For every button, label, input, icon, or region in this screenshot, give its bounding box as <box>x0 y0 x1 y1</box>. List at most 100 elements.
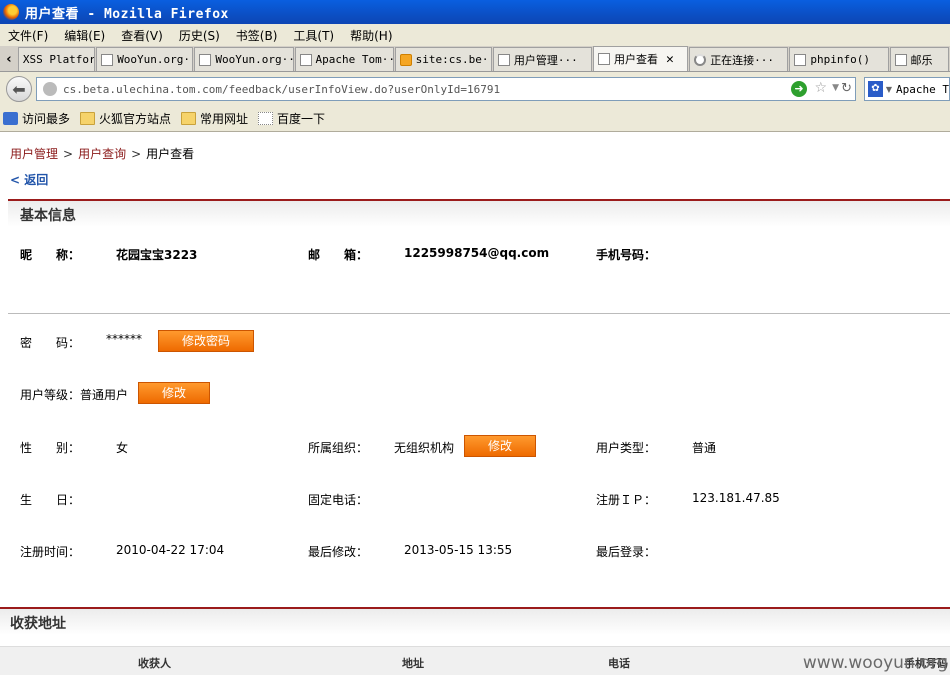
window-title-bar: 用户查看 - Mozilla Firefox <box>0 0 950 24</box>
chevron-down-icon[interactable]: ▼ <box>832 83 839 93</box>
loading-icon <box>694 53 707 66</box>
menu-file[interactable]: 文件(F) <box>2 27 54 44</box>
window-title: 用户查看 - Mozilla Firefox <box>25 6 229 22</box>
tab-site-search[interactable]: site:cs.be··· <box>394 47 492 71</box>
page-icon <box>598 53 610 65</box>
breadcrumb-separator: > <box>63 147 74 161</box>
bookmarks-bar: 访问最多 火狐官方站点 常用网址 百度一下 <box>0 106 950 132</box>
page-icon <box>101 53 114 66</box>
change-password-button[interactable]: 修改密码 <box>158 330 254 352</box>
watermark: www.wooyun.org <box>802 653 948 673</box>
reg-ip-label: 注册ＩＰ： <box>596 493 657 507</box>
url-text: cs.beta.ulechina.tom.com/feedback/userIn… <box>63 82 501 96</box>
tab-label: WooYun.org··· <box>117 53 192 66</box>
bookmark-most-visited[interactable]: 访问最多 <box>3 110 70 127</box>
gender-value: 女 <box>116 441 129 455</box>
bookmark-common-sites[interactable]: 常用网址 <box>181 110 248 127</box>
address-bar[interactable]: cs.beta.ulechina.tom.com/feedback/userIn… <box>36 77 856 101</box>
menu-view[interactable]: 查看(V) <box>115 27 169 44</box>
modify-level-button[interactable]: 修改 <box>138 382 210 404</box>
breadcrumb-user-management[interactable]: 用户管理 <box>10 147 58 161</box>
go-icon[interactable]: ➜ <box>791 81 807 97</box>
tab-wooyun-1[interactable]: WooYun.org··· <box>96 47 194 71</box>
gender-label: 性 别： <box>20 441 81 455</box>
reg-ip-value: 123.181.47.85 <box>692 491 780 505</box>
menu-history[interactable]: 历史(S) <box>173 27 226 44</box>
tab-xss-platform[interactable]: XSS Platform <box>17 47 96 71</box>
menu-edit[interactable]: 编辑(E) <box>58 27 111 44</box>
mobile-label: 手机号码： <box>596 248 657 262</box>
breadcrumb: 用户管理 > 用户查询 > 用户查看 <box>10 145 194 162</box>
tab-connecting[interactable]: 正在连接··· <box>689 47 789 71</box>
search-bar[interactable]: ✿ ▼ Apache T <box>864 77 950 101</box>
page-icon <box>199 53 212 66</box>
page-content: 用户管理 > 用户查询 > 用户查看 < 返回 基本信息 昵 称： 花园宝宝3223 邮… <box>0 132 950 675</box>
bing-icon <box>399 53 412 66</box>
close-icon[interactable]: ✕ <box>666 52 674 67</box>
last-login-label: 最后登录： <box>596 545 657 559</box>
tab-label: 用户管理··· <box>513 53 578 67</box>
user-type-value: 普通 <box>692 441 717 455</box>
folder-icon <box>181 112 197 125</box>
folder-icon <box>80 112 96 125</box>
tab-wooyun-2[interactable]: WooYun.org··· <box>194 47 294 71</box>
password-label: 密 码： <box>20 336 81 350</box>
back-button[interactable]: ⬅ <box>6 76 32 102</box>
bookmark-firefox-official[interactable]: 火狐官方站点 <box>80 110 171 127</box>
star-icon[interactable]: ☆ <box>814 80 827 96</box>
email-label: 邮 箱： <box>308 248 369 262</box>
page-icon <box>497 53 510 66</box>
tab-bar: ‹ XSS Platform WooYun.org··· WooYun.org·… <box>0 46 950 72</box>
bookmark-baidu[interactable]: 百度一下 <box>258 110 325 127</box>
breadcrumb-current: 用户查看 <box>146 147 195 161</box>
tab-label: 用户查看 <box>614 53 658 66</box>
tab-label: phpinfo() <box>810 53 870 66</box>
last-modified-value: 2013-05-15 13:55 <box>404 543 513 557</box>
reload-icon[interactable]: ↻ <box>841 81 852 96</box>
address-section-header: 收获地址 <box>0 607 950 635</box>
baidu-paw-icon: ✿ <box>868 81 883 97</box>
tab-label: XSS Platform <box>22 53 96 66</box>
password-value: ****** <box>106 332 142 346</box>
page-icon <box>894 53 907 66</box>
breadcrumb-user-query[interactable]: 用户查询 <box>78 147 126 161</box>
back-arrow-icon: ⬅ <box>12 79 26 99</box>
reg-time-value: 2010-04-22 17:04 <box>116 543 225 557</box>
column-recipient: 收获人 <box>138 657 171 670</box>
bookmark-label: 火狐官方站点 <box>99 112 172 126</box>
modify-org-button[interactable]: 修改 <box>464 435 536 457</box>
tab-user-view[interactable]: 用户查看 ✕ <box>593 46 689 71</box>
page-icon <box>299 53 312 66</box>
last-modified-label: 最后修改： <box>308 545 369 559</box>
tab-label: Apache Tom··· <box>315 53 394 66</box>
nickname-label: 昵 称： <box>20 248 81 262</box>
tab-label: site:cs.be··· <box>415 53 491 66</box>
nickname-value: 花园宝宝3223 <box>116 248 198 262</box>
column-phone: 电话 <box>608 657 630 670</box>
bookmark-label: 访问最多 <box>22 112 71 126</box>
tab-apache-tomcat[interactable]: Apache Tom··· <box>294 47 394 71</box>
page-icon <box>794 53 807 66</box>
email-value: 1225998754@qq.com <box>404 246 550 260</box>
bookmark-label: 百度一下 <box>277 112 326 126</box>
org-label: 所属组织： <box>308 441 369 455</box>
basic-info-header: 基本信息 <box>8 199 950 227</box>
menu-tools[interactable]: 工具(T) <box>287 27 340 44</box>
back-link[interactable]: < 返回 <box>10 171 48 188</box>
menu-bar: 文件(F) 编辑(E) 查看(V) 历史(S) 书签(B) 工具(T) 帮助(H… <box>0 24 950 46</box>
breadcrumb-separator: > <box>131 147 142 161</box>
menu-bookmarks[interactable]: 书签(B) <box>230 27 284 44</box>
chevron-down-icon[interactable]: ▼ <box>886 85 892 94</box>
user-level-label: 用户等级： <box>20 388 81 402</box>
divider <box>8 313 950 314</box>
tab-scroll-left-icon[interactable]: ‹ <box>0 47 18 71</box>
birthday-label: 生 日： <box>20 493 81 507</box>
tab-label: WooYun.org··· <box>215 53 294 66</box>
column-address: 地址 <box>402 657 424 670</box>
tab-ule[interactable]: 邮乐 <box>889 47 950 71</box>
tab-user-management[interactable]: 用户管理··· <box>492 47 592 71</box>
tab-label: 正在连接··· <box>710 53 775 67</box>
menu-help[interactable]: 帮助(H) <box>344 27 398 44</box>
tab-phpinfo[interactable]: phpinfo() <box>789 47 889 71</box>
firefox-logo-icon <box>3 4 19 20</box>
